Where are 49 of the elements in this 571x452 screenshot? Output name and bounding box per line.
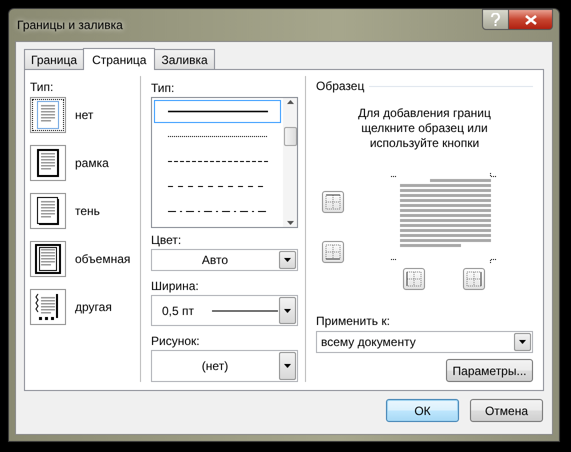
setting-option-label: тень xyxy=(75,204,100,218)
art-dropdown[interactable]: (нет) xyxy=(151,350,298,382)
scroll-thumb[interactable] xyxy=(284,127,296,146)
close-icon xyxy=(524,14,536,24)
dialog-button[interactable]: ОК xyxy=(386,399,459,422)
scrollbar[interactable] xyxy=(283,98,297,227)
setting-option-label: рамка xyxy=(75,156,109,170)
apply-to-label: Применить к: xyxy=(316,314,391,328)
right-border-button[interactable] xyxy=(463,268,485,290)
dropdown-arrow-icon xyxy=(519,340,526,344)
line-sample xyxy=(212,308,278,312)
tab[interactable]: Страница xyxy=(83,48,156,70)
options-button[interactable]: Параметры... xyxy=(446,359,533,382)
line-style-list[interactable] xyxy=(151,97,298,228)
scroll-down-icon xyxy=(286,221,294,225)
scroll-up-icon xyxy=(286,100,294,104)
preview-title: Образец xyxy=(316,79,364,93)
top-border-button[interactable] xyxy=(322,191,344,213)
color-label: Цвет: xyxy=(151,233,182,247)
dropdown-arrow-icon xyxy=(284,308,291,312)
apply-to-dropdown[interactable]: всему документу xyxy=(316,331,533,353)
setting-button[interactable] xyxy=(30,97,66,133)
setting-option-label: объемная xyxy=(75,252,130,266)
window-title: Границы и заливка xyxy=(16,18,123,32)
setting-label: Тип: xyxy=(30,80,54,94)
bottom-border-button[interactable] xyxy=(322,241,344,263)
question-mark-icon xyxy=(491,13,500,26)
setting-button[interactable] xyxy=(30,193,66,229)
preview-hint: Для добавления границ щелкните образец или используйте кнопки xyxy=(357,106,492,151)
left-border-button[interactable] xyxy=(403,268,425,290)
setting-button[interactable] xyxy=(30,241,66,277)
dropdown-arrow-icon xyxy=(284,364,291,368)
tab[interactable]: Заливка xyxy=(154,49,215,69)
art-label: Рисунок: xyxy=(151,334,201,348)
dialog-button[interactable]: Отмена xyxy=(470,399,543,422)
double-framed-page-icon xyxy=(32,243,64,275)
close-button[interactable] xyxy=(509,9,553,30)
help-button[interactable] xyxy=(482,9,509,30)
setting-button[interactable] xyxy=(30,289,66,325)
dropdown-arrow-icon xyxy=(284,258,291,262)
setting-button[interactable] xyxy=(30,145,66,181)
style-label: Тип: xyxy=(151,81,176,95)
width-label: Ширина: xyxy=(151,279,200,293)
line-style-option[interactable] xyxy=(154,100,281,123)
setting-option-label: нет xyxy=(75,108,94,122)
tab[interactable]: Граница xyxy=(24,49,84,69)
color-dropdown[interactable]: Авто xyxy=(151,249,298,271)
setting-option-label: другая xyxy=(75,300,112,314)
width-dropdown[interactable]: 0,5 пт xyxy=(151,295,298,326)
